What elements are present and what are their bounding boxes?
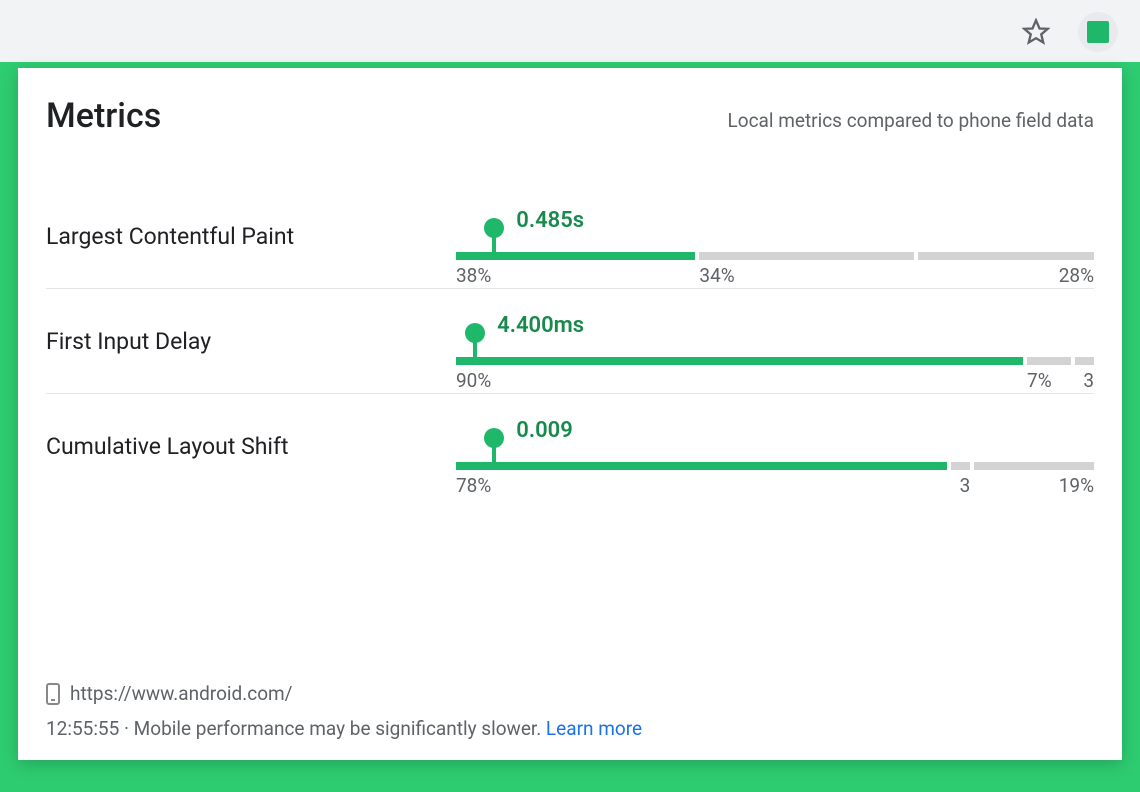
segment-label: 90% [456,369,491,392]
metric-bar: 38%34%28%0.485s [456,212,1094,260]
extension-status-icon [1087,21,1109,43]
metric-bar: 78% 3 19% 0.009 [456,422,1094,470]
metric-row: Cumulative Layout Shift78%319%0.009 [46,394,1094,498]
metrics-panel: Metrics Local metrics compared to phone … [18,68,1122,760]
panel-header: Metrics Local metrics compared to phone … [46,96,1094,136]
tested-url: https://www.android.com/ [70,682,293,705]
local-value-marker: 0.009 [492,436,496,470]
metric-row: First Input Delay90% 7% 3 4.400ms [46,289,1094,394]
local-value-marker: 4.400ms [473,331,477,365]
local-value-marker: 0.485s [492,226,496,260]
segment-label: 28% [1059,264,1094,287]
bar-segment-good: 78% [456,462,947,470]
bar-segment-poor: 28% [918,252,1094,260]
separator: · [119,717,133,740]
distribution-bar: 90% 7% 3 [456,357,1094,365]
local-value-label: 0.009 [516,418,573,443]
metric-name: Largest Contentful Paint [46,223,456,250]
perf-warning: Mobile performance may be significantly … [134,717,546,740]
bar-segment-ni: 34% [699,252,913,260]
bar-segment-poor: 19% [974,462,1094,470]
timestamp: 12:55:55 [46,717,119,740]
browser-toolbar [0,0,1140,62]
panel-footer: https://www.android.com/ 12:55:55 · Mobi… [46,658,1094,740]
extension-badge[interactable] [1078,12,1118,52]
distribution-bar: 78% 3 19% [456,462,1094,470]
learn-more-link[interactable]: Learn more [546,717,642,740]
metric-row: Largest Contentful Paint38% 34% 28% 0.485s [46,184,1094,289]
phone-icon [46,683,60,705]
segment-label: 38% [456,264,491,287]
metric-name: First Input Delay [46,328,456,355]
segment-label: 78% [456,474,491,497]
bar-segment-ni: 7% [1027,357,1071,365]
panel-title: Metrics [46,96,161,136]
panel-subtitle: Local metrics compared to phone field da… [728,109,1094,132]
bookmark-star-icon[interactable] [1022,18,1050,46]
metric-bar: 90% 7% 3 4.400ms [456,317,1094,365]
segment-label: 34% [699,264,734,287]
segment-label: 7% [1027,369,1052,392]
local-value-label: 0.485s [516,208,584,233]
local-value-label: 4.400ms [497,313,584,338]
bar-segment-good: 90% [456,357,1023,365]
distribution-bar: 38%34%28% [456,252,1094,260]
segment-label: 3 [960,474,971,497]
segment-label: 19% [1059,474,1094,497]
footer-info-line: 12:55:55 · Mobile performance may be sig… [46,717,1094,740]
bar-segment-ni: 3 [951,462,970,470]
segment-label: 3 [1083,369,1094,392]
footer-url-line: https://www.android.com/ [46,682,1094,705]
bar-segment-poor: 3 [1075,357,1094,365]
metric-name: Cumulative Layout Shift [46,433,456,460]
